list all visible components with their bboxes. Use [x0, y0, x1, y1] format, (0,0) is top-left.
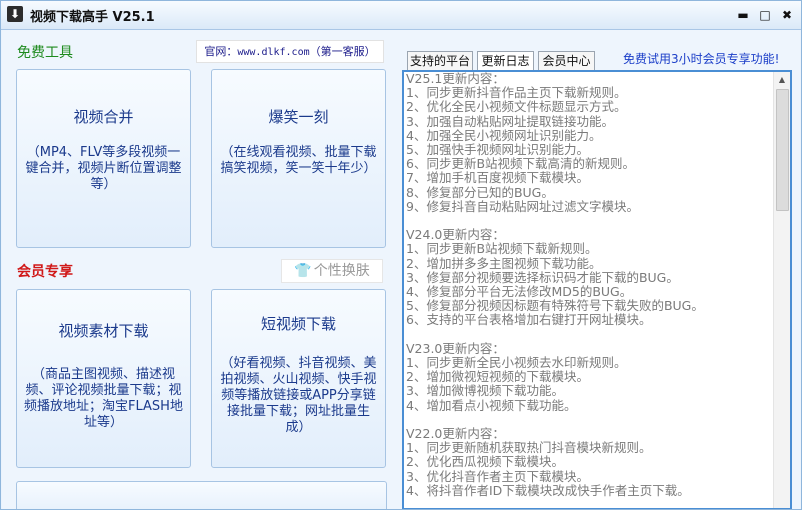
official-website-link[interactable]: 官网：www.dlkf.com（第一客服）	[196, 40, 384, 63]
card-description: （好看视频、抖音视频、美拍视频、火山视频、快手视频等播放链接或APP分享链接批量…	[220, 356, 377, 435]
card-title: 视频素材下载	[58, 322, 149, 340]
free-tools-heading: 免费工具	[17, 45, 73, 61]
funny-moment-card[interactable]: 爆笑一刻 （在线观看视频、批量下载搞笑视频，笑一笑十年少）	[211, 69, 386, 248]
changelog-line: 1、同步更新全民小视频去水印新规则。	[406, 355, 627, 371]
scroll-thumb[interactable]	[776, 89, 789, 211]
changelog-line: 2、增加微视短视频的下载模块。	[406, 369, 589, 385]
changelog-blank-line	[406, 413, 778, 427]
changelog-line: 4、增加看点小视频下载功能。	[406, 397, 577, 413]
changelog-scrollbar[interactable]: ▲	[773, 72, 790, 508]
card-title: 爆笑一刻	[268, 108, 329, 126]
website-url: www.dlkf.com	[237, 47, 310, 58]
close-icon[interactable]: ✖	[779, 7, 795, 23]
changelog-line: 3、优化抖音作者主页下载模块。	[406, 468, 589, 484]
app-window: ⬇ 视频下载高手 V25.1 ▬ □ ✖ 免费工具 官网：www.dlkf.co…	[0, 0, 802, 510]
changelog-line: 5、修复部分视频因标题有特殊符号下载失败的BUG。	[406, 298, 704, 314]
changelog-line: V24.0更新内容：	[406, 227, 505, 243]
changelog-line: 9、修复抖音自动粘贴网址过滤文字模块。	[406, 198, 639, 214]
changelog-blank-line	[406, 214, 778, 228]
shirt-icon: 👕	[294, 263, 312, 279]
card-description: （MP4、FLV等多段视频一键合并，视频片断位置调整等）	[25, 145, 182, 192]
change-skin-label: 个性换肤	[313, 263, 370, 279]
film-download-icon: ⬇	[7, 6, 23, 22]
extra-tool-card[interactable]	[16, 481, 387, 509]
tab-changelog[interactable]: 更新日志	[477, 51, 534, 70]
changelog-panel[interactable]: V25.1更新内容： 1、同步更新抖音作品主页下载新规则。 2、优化全民小视频文件标…	[402, 70, 792, 509]
free-trial-link[interactable]: 免费试用3小时会员专享功能!	[623, 50, 779, 67]
scroll-up-icon[interactable]: ▲	[774, 72, 790, 88]
card-description: （在线观看视频、批量下载搞笑视频，笑一笑十年少）	[220, 145, 377, 176]
window-title: 视频下载高手 V25.1	[30, 10, 155, 25]
changelog-line: 4、修复部分平台无法修改MD5的BUG。	[406, 284, 633, 300]
changelog-line: 7、增加手机百度视频下载模块。	[406, 170, 589, 186]
changelog-line: 4、将抖音作者ID下载模块改成快手作者主页下载。	[406, 482, 690, 498]
maximize-icon[interactable]: □	[757, 7, 773, 23]
changelog-line: V25.1更新内容：	[406, 71, 505, 86]
members-only-heading: 会员专享	[17, 264, 73, 280]
changelog-line: 3、修复部分视频要选择标识码才能下载的BUG。	[406, 269, 679, 285]
changelog-line: 2、优化全民小视频文件标题显示方式。	[406, 99, 627, 115]
changelog-line: 3、加强自动粘贴网址提取链接功能。	[406, 113, 614, 129]
changelog-text: V25.1更新内容： 1、同步更新抖音作品主页下载新规则。 2、优化全民小视频文件标…	[406, 72, 778, 498]
changelog-line: V22.0更新内容：	[406, 426, 505, 442]
changelog-line: 4、加强全民小视频网址识别能力。	[406, 127, 602, 143]
title-bar[interactable]: ⬇ 视频下载高手 V25.1 ▬ □ ✖	[1, 1, 801, 30]
card-title: 视频合并	[73, 108, 134, 126]
website-prefix: 官网：	[204, 45, 238, 58]
changelog-line: 2、增加拼多多主图视频下载功能。	[406, 255, 602, 271]
changelog-line: V23.0更新内容：	[406, 340, 505, 356]
changelog-line: 1、同步更新抖音作品主页下载新规则。	[406, 85, 627, 101]
change-skin-button[interactable]: 👕 个性换肤	[281, 259, 383, 283]
website-suffix: （第一客服）	[309, 45, 376, 58]
changelog-line: 1、同步更新随机获取热门抖音模块新规则。	[406, 440, 652, 456]
tab-member-center[interactable]: 会员中心	[538, 51, 595, 70]
tab-supported-platforms[interactable]: 支持的平台	[407, 51, 473, 70]
changelog-line: 6、同步更新B站视频下载高清的新规则。	[406, 156, 636, 172]
changelog-line: 5、加强快手视频网址识别能力。	[406, 142, 589, 158]
changelog-line: 8、修复部分已知的BUG。	[406, 184, 554, 200]
changelog-line: 2、优化西瓜视频下载模块。	[406, 454, 564, 470]
card-description: （商品主图视频、描述视频、评论视频批量下载；视频播放地址；淘宝FLASH地址等）	[24, 367, 183, 430]
changelog-blank-line	[406, 328, 778, 342]
minimize-icon[interactable]: ▬	[735, 7, 751, 23]
changelog-line: 3、增加微博视频下载功能。	[406, 383, 564, 399]
card-title: 短视频下载	[260, 315, 336, 333]
changelog-line: 6、支持的平台表格增加右键打开网址模块。	[406, 312, 652, 328]
main-content: 免费工具 官网：www.dlkf.com（第一客服） 视频合并 （MP4、FLV…	[2, 30, 800, 509]
changelog-line: 1、同步更新B站视频下载新规则。	[406, 241, 598, 257]
video-merge-card[interactable]: 视频合并 （MP4、FLV等多段视频一键合并，视频片断位置调整等）	[16, 69, 191, 248]
short-video-download-card[interactable]: 短视频下载 （好看视频、抖音视频、美拍视频、火山视频、快手视频等播放链接或APP…	[211, 289, 386, 468]
video-material-download-card[interactable]: 视频素材下载 （商品主图视频、描述视频、评论视频批量下载；视频播放地址；淘宝FL…	[16, 289, 191, 468]
